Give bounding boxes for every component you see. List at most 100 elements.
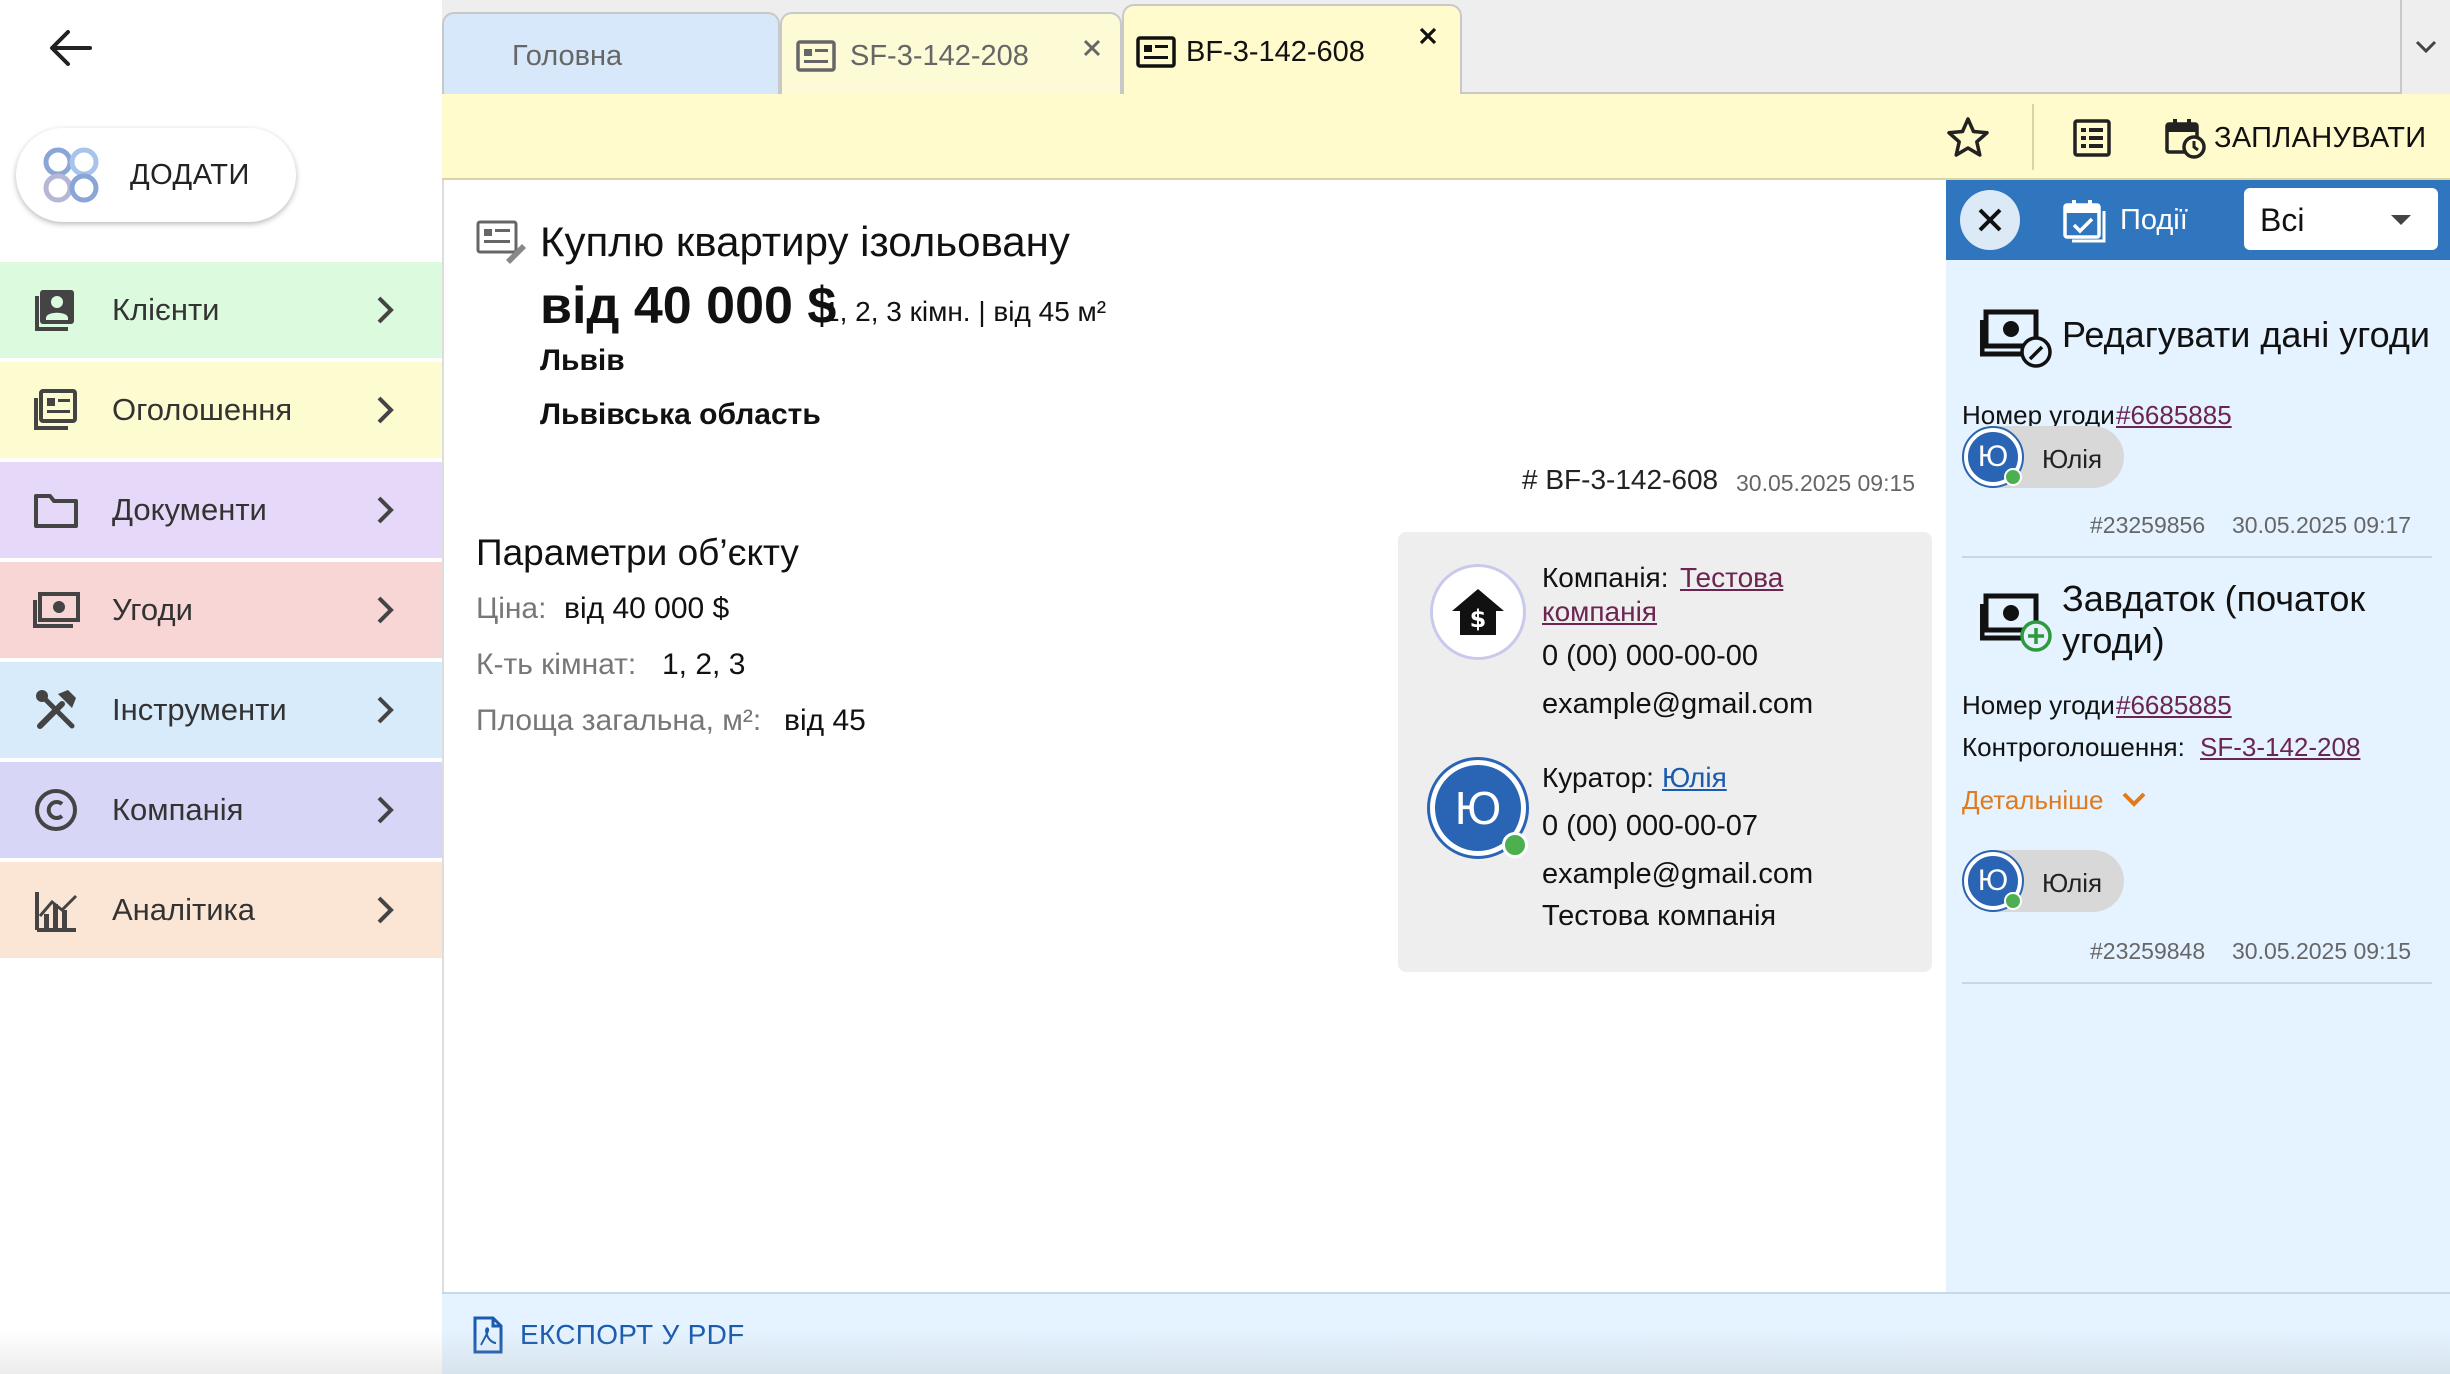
sidebar-item-analytics[interactable]: Аналітика	[0, 862, 442, 958]
event-title: угоди)	[2062, 620, 2165, 661]
listing-edit-icon	[476, 220, 526, 264]
sidebar-item-deals[interactable]: Угоди	[0, 562, 442, 658]
caret-down-icon	[2391, 215, 2411, 225]
tab-close-button[interactable]	[1410, 18, 1446, 54]
event-title: Завдаток (початок	[2062, 578, 2366, 619]
event-deal-link[interactable]: #6685885	[2116, 690, 2232, 721]
sidebar-item-label: Клієнти	[112, 292, 220, 327]
sidebar-item-label: Аналітика	[112, 892, 256, 927]
export-pdf-button[interactable]: ЕКСПОРТ У PDF	[472, 1312, 745, 1358]
close-icon	[1083, 39, 1101, 57]
sidebar-item-tools[interactable]: Інструменти	[0, 662, 442, 758]
params-heading: Параметри об’єкту	[476, 532, 799, 573]
online-status-dot	[1502, 832, 1528, 858]
company-label: Компанія:	[1542, 562, 1669, 593]
arrow-left-icon	[50, 30, 92, 66]
events-filter-select[interactable]: Всі	[2244, 188, 2438, 250]
deal-edit-icon	[1980, 309, 2052, 368]
curator-phone: 0 (00) 000-00-07	[1542, 810, 1759, 842]
sidebar-item-listings[interactable]: Оголошення	[0, 362, 442, 458]
tab-sf-3-142-208[interactable]: SF-3-142-208	[780, 12, 1122, 94]
chevron-right-icon	[377, 496, 394, 524]
curator-company: Тестова компанія	[1542, 900, 1777, 932]
param-label: Ціна:	[476, 592, 547, 625]
tab-home[interactable]: Головна	[442, 12, 780, 94]
add-logo-icon	[43, 147, 99, 203]
events-header: Події Всі	[1946, 180, 2450, 260]
company-link[interactable]: компанія	[1542, 596, 1657, 628]
pdf-icon	[473, 1316, 503, 1354]
folder-icon	[34, 494, 78, 528]
add-button[interactable]: ДОДАТИ	[16, 128, 296, 222]
close-icon	[1978, 208, 2002, 232]
star-icon	[1947, 117, 1989, 157]
event-deal-link[interactable]: #6685885	[2116, 400, 2232, 431]
chevron-right-icon	[377, 796, 394, 824]
copyright-icon	[35, 789, 77, 831]
chevron-right-icon	[377, 396, 394, 424]
curator-avatar-initial: Ю	[1454, 782, 1502, 834]
events-tab[interactable]: Події	[2062, 194, 2188, 246]
event-date: 30.05.2025 09:17	[2232, 512, 2412, 538]
event-more-toggle[interactable]: Детальніше	[1962, 782, 2147, 818]
analytics-icon	[35, 892, 78, 932]
close-icon	[1419, 27, 1437, 45]
chevron-right-icon	[377, 696, 394, 724]
toolbar-divider	[2032, 104, 2034, 170]
sidebar-item-label: Компанія	[112, 792, 244, 827]
tab-bar: Головна SF-3-142-208 BF-3-142-608	[442, 0, 2450, 96]
tab-label: BF-3-142-608	[1186, 36, 1365, 68]
listing-details: 1, 2, 3 кімн. | від 45 м²	[824, 296, 1107, 327]
sidebar-item-label: Інструменти	[112, 692, 287, 727]
event-user-chip[interactable]: Ю Юлія	[1962, 426, 2124, 488]
listing-tab-icon	[796, 40, 836, 72]
curator-link[interactable]: Юлія	[1662, 762, 1727, 794]
event-more-label: Детальніше	[1962, 784, 2104, 815]
add-button-label: ДОДАТИ	[130, 158, 250, 191]
chevron-down-icon	[2415, 40, 2437, 54]
events-filter-value: Всі	[2260, 202, 2305, 238]
event-user-chip[interactable]: Ю Юлія	[1962, 850, 2124, 912]
events-panel: Події Всі Редагувати дані угоди Номер уг…	[1946, 180, 2450, 1292]
sidebar-item-clients[interactable]: Клієнти	[0, 262, 442, 358]
param-label: Площа загальна, м²:	[476, 704, 762, 737]
event-counter-label: Контроголошення:	[1962, 732, 2185, 762]
tab-label: Головна	[512, 40, 623, 72]
event-divider	[1962, 556, 2432, 558]
favorite-button[interactable]	[1936, 106, 2000, 170]
curator-label: Куратор:	[1542, 762, 1654, 793]
svg-text:$: $	[1470, 605, 1487, 633]
company-email: example@gmail.com	[1542, 688, 1814, 720]
tab-bf-3-142-608[interactable]: BF-3-142-608	[1122, 4, 1462, 96]
back-button[interactable]	[40, 18, 100, 78]
table-icon	[2073, 119, 2111, 157]
sidebar-item-documents[interactable]: Документи	[0, 462, 442, 558]
event-deal-label: Номер угоди	[1962, 690, 2115, 720]
sidebar: ДОДАТИ Клієнти Оголошення Документи Угод…	[0, 0, 442, 1374]
schedule-button[interactable]: ЗАПЛАНУВАТИ	[2164, 106, 2444, 170]
event-user-name: Юлія	[2042, 444, 2103, 474]
chevron-right-icon	[377, 596, 394, 624]
event-title: Редагувати дані угоди	[2062, 314, 2430, 355]
event-date: 30.05.2025 09:15	[2232, 938, 2412, 964]
footer: ЕКСПОРТ У PDF	[442, 1292, 2450, 1374]
company-link[interactable]: Тестова	[1680, 562, 1783, 594]
event-divider	[1962, 982, 2432, 984]
param-value: від 45	[784, 704, 866, 737]
listing-id: # BF-3-142-608	[1522, 464, 1719, 495]
tabs-dropdown-button[interactable]	[2400, 0, 2450, 94]
event-counter-link[interactable]: SF-3-142-208	[2200, 732, 2360, 763]
sidebar-item-label: Документи	[112, 492, 267, 527]
event-user-name: Юлія	[2042, 868, 2103, 898]
chevron-right-icon	[377, 296, 394, 324]
curator-email: example@gmail.com	[1542, 858, 1814, 890]
sidebar-item-company[interactable]: Компанія	[0, 762, 442, 858]
sidebar-item-label: Оголошення	[112, 392, 293, 427]
contact-card: $ Компанія: Тестова компанія 0 (00) 000-…	[1398, 532, 1932, 972]
online-status-dot	[2004, 892, 2022, 910]
export-pdf-label: ЕКСПОРТ У PDF	[520, 1319, 745, 1350]
close-events-button[interactable]	[1960, 190, 2020, 250]
money-icon	[33, 592, 80, 628]
table-view-button[interactable]	[2060, 106, 2124, 170]
tab-close-button[interactable]	[1074, 30, 1110, 66]
